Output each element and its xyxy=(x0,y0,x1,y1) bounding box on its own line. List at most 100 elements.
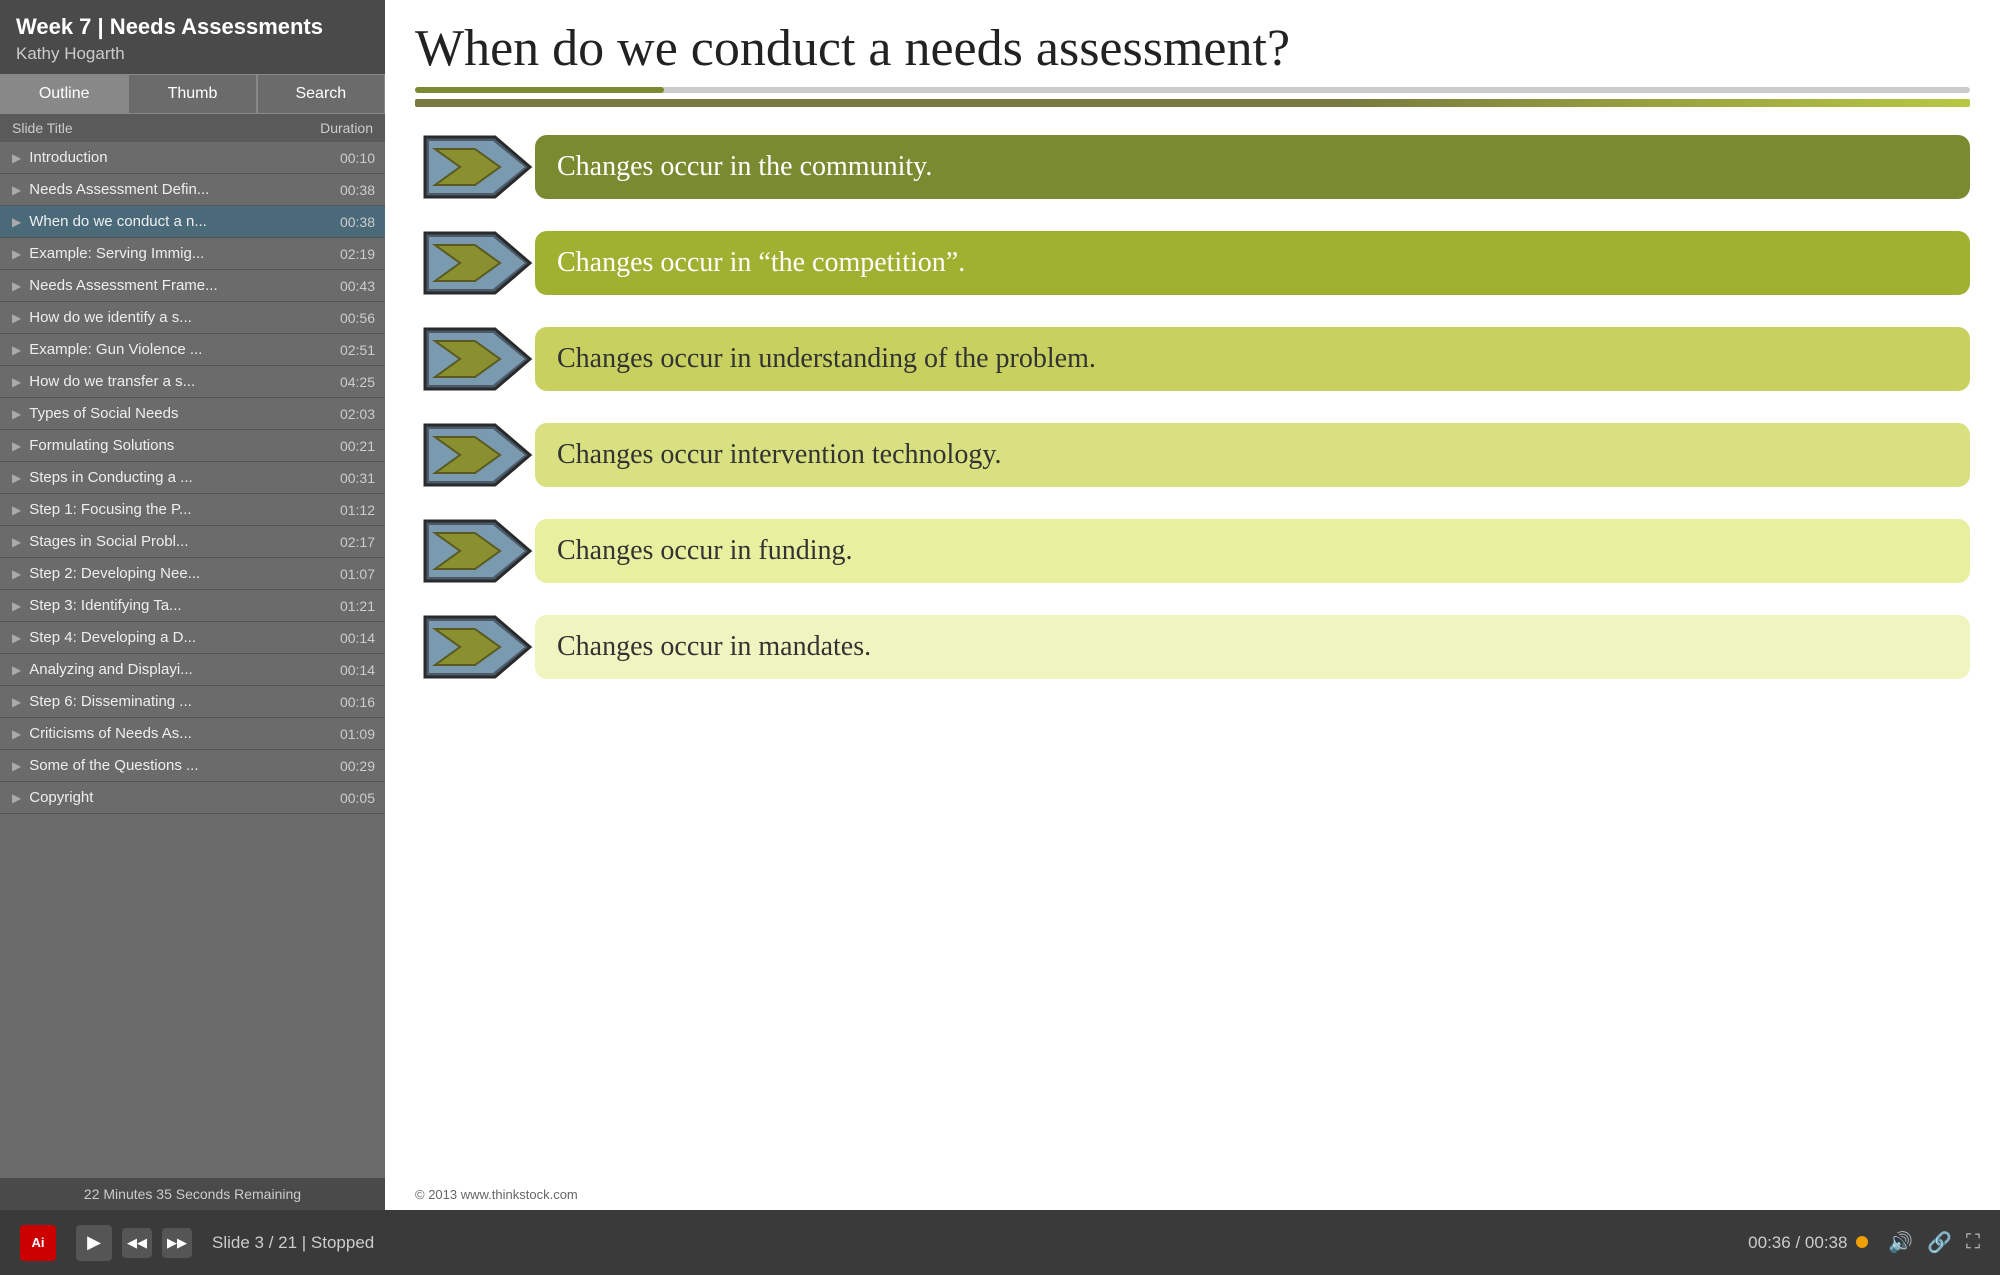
sidebar-item-title: Some of the Questions ... xyxy=(29,757,325,774)
sidebar-item-title: Step 1: Focusing the P... xyxy=(29,501,325,518)
sidebar-item-duration: 00:29 xyxy=(325,758,375,774)
sidebar-item-title: Step 6: Disseminating ... xyxy=(29,693,325,710)
sidebar-item-duration: 01:12 xyxy=(325,502,375,518)
sidebar-item[interactable]: ▶ Criticisms of Needs As... 01:09 xyxy=(0,718,385,750)
arrow-item: Changes occur in the community. xyxy=(415,127,1970,207)
sidebar-item-duration: 00:21 xyxy=(325,438,375,454)
arrow-icon xyxy=(415,319,535,399)
arrow-icon xyxy=(415,607,535,687)
sidebar-item-duration: 00:38 xyxy=(325,214,375,230)
sidebar-item[interactable]: ▶ Formulating Solutions 00:21 xyxy=(0,430,385,462)
player-time-separator: / xyxy=(1795,1233,1804,1252)
sidebar-item-duration: 00:10 xyxy=(325,150,375,166)
tab-search[interactable]: Search xyxy=(257,74,385,114)
sidebar-item[interactable]: ▶ Needs Assessment Frame... 00:43 xyxy=(0,270,385,302)
sidebar-item[interactable]: ▶ Step 3: Identifying Ta... 01:21 xyxy=(0,590,385,622)
sidebar-item-duration: 02:51 xyxy=(325,342,375,358)
sidebar-item-arrow: ▶ xyxy=(12,759,21,773)
arrow-icon xyxy=(415,415,535,495)
sidebar-subtitle: Kathy Hogarth xyxy=(16,44,369,64)
sidebar-item-arrow: ▶ xyxy=(12,791,21,805)
main-area: Week 7 | Needs Assessments Kathy Hogarth… xyxy=(0,0,2000,1210)
adobe-icon: Ai xyxy=(20,1225,56,1261)
sidebar-item-title: Copyright xyxy=(29,789,325,806)
sidebar-item[interactable]: ▶ Introduction 00:10 xyxy=(0,142,385,174)
sidebar-item-title: Types of Social Needs xyxy=(29,405,325,422)
sidebar-item-duration: 00:43 xyxy=(325,278,375,294)
sidebar-footer: 22 Minutes 35 Seconds Remaining xyxy=(0,1178,385,1210)
sidebar-item-arrow: ▶ xyxy=(12,151,21,165)
volume-icon[interactable]: 🔊 xyxy=(1888,1230,1913,1255)
content-area: When do we conduct a needs assessment? C… xyxy=(385,0,2000,1210)
sidebar-item[interactable]: ▶ Step 1: Focusing the P... 01:12 xyxy=(0,494,385,526)
sidebar-item-arrow: ▶ xyxy=(12,663,21,677)
tab-outline[interactable]: Outline xyxy=(0,74,128,114)
sidebar-item-arrow: ▶ xyxy=(12,407,21,421)
sidebar-item-arrow: ▶ xyxy=(12,631,21,645)
sidebar-item-duration: 00:14 xyxy=(325,662,375,678)
sidebar-item-title: Step 2: Developing Nee... xyxy=(29,565,325,582)
content-body: Changes occur in the community. Changes … xyxy=(385,117,2000,1179)
sidebar-item-arrow: ▶ xyxy=(12,727,21,741)
sidebar-item-title: Step 3: Identifying Ta... xyxy=(29,597,325,614)
sidebar-item-arrow: ▶ xyxy=(12,247,21,261)
sidebar-item[interactable]: ▶ Analyzing and Displayi... 00:14 xyxy=(0,654,385,686)
sidebar-item-duration: 02:17 xyxy=(325,534,375,550)
player-time-total: 00:38 xyxy=(1805,1233,1848,1252)
sidebar-item[interactable]: ▶ Copyright 00:05 xyxy=(0,782,385,814)
sidebar-item-title: Needs Assessment Frame... xyxy=(29,277,325,294)
sidebar-item[interactable]: ▶ Steps in Conducting a ... 00:31 xyxy=(0,462,385,494)
sidebar-item-duration: 00:38 xyxy=(325,182,375,198)
sidebar-item-duration: 01:09 xyxy=(325,726,375,742)
sidebar-item[interactable]: ▶ How do we identify a s... 00:56 xyxy=(0,302,385,334)
sidebar-item[interactable]: ▶ Stages in Social Probl... 02:17 xyxy=(0,526,385,558)
player-time-current: 00:36 xyxy=(1748,1233,1791,1252)
arrow-icon xyxy=(415,223,535,303)
sidebar-item-title: How do we identify a s... xyxy=(29,309,325,326)
arrow-item: Changes occur in understanding of the pr… xyxy=(415,319,1970,399)
sidebar-tabs: Outline Thumb Search xyxy=(0,74,385,114)
arrow-text-box: Changes occur in the community. xyxy=(535,135,1970,199)
sidebar-item[interactable]: ▶ Example: Serving Immig... 02:19 xyxy=(0,238,385,270)
sidebar-item[interactable]: ▶ Step 2: Developing Nee... 01:07 xyxy=(0,558,385,590)
sidebar-item-duration: 00:05 xyxy=(325,790,375,806)
arrow-item: Changes occur intervention technology. xyxy=(415,415,1970,495)
sidebar-item-title: Example: Serving Immig... xyxy=(29,245,325,262)
sidebar-item-title: Formulating Solutions xyxy=(29,437,325,454)
sidebar-item[interactable]: ▶ How do we transfer a s... 04:25 xyxy=(0,366,385,398)
col-slide-title: Slide Title xyxy=(12,120,73,136)
play-button[interactable]: ▶ xyxy=(76,1225,112,1261)
sidebar-item-arrow: ▶ xyxy=(12,343,21,357)
app-container: Week 7 | Needs Assessments Kathy Hogarth… xyxy=(0,0,2000,1275)
arrow-icon xyxy=(415,511,535,591)
sidebar-item-arrow: ▶ xyxy=(12,215,21,229)
rewind-button[interactable]: ◀◀ xyxy=(122,1228,152,1258)
sidebar-item[interactable]: ▶ Needs Assessment Defin... 00:38 xyxy=(0,174,385,206)
arrow-text-box: Changes occur in understanding of the pr… xyxy=(535,327,1970,391)
sidebar-item-duration: 01:07 xyxy=(325,566,375,582)
sidebar-item[interactable]: ▶ Some of the Questions ... 00:29 xyxy=(0,750,385,782)
player-icons: 🔊 🔗 ⛶ xyxy=(1888,1230,1980,1255)
sidebar-item[interactable]: ▶ When do we conduct a n... 00:38 xyxy=(0,206,385,238)
sidebar-title: Week 7 | Needs Assessments xyxy=(16,14,369,40)
expand-icon[interactable]: ⛶ xyxy=(1966,1231,1980,1254)
arrow-icon xyxy=(415,127,535,207)
sidebar-item[interactable]: ▶ Step 6: Disseminating ... 00:16 xyxy=(0,686,385,718)
sidebar-item-arrow: ▶ xyxy=(12,695,21,709)
forward-button[interactable]: ▶▶ xyxy=(162,1228,192,1258)
sidebar-item[interactable]: ▶ Example: Gun Violence ... 02:51 xyxy=(0,334,385,366)
link-icon[interactable]: 🔗 xyxy=(1927,1230,1952,1255)
sidebar-item[interactable]: ▶ Types of Social Needs 02:03 xyxy=(0,398,385,430)
sidebar-table-header: Slide Title Duration xyxy=(0,114,385,142)
content-footer: © 2013 www.thinkstock.com xyxy=(385,1179,2000,1210)
tab-thumb[interactable]: Thumb xyxy=(128,74,256,114)
sidebar-item-title: Stages in Social Probl... xyxy=(29,533,325,550)
sidebar-item-title: How do we transfer a s... xyxy=(29,373,325,390)
sidebar-item-duration: 00:16 xyxy=(325,694,375,710)
sidebar-item-arrow: ▶ xyxy=(12,183,21,197)
sidebar-item-arrow: ▶ xyxy=(12,439,21,453)
arrow-item: Changes occur in mandates. xyxy=(415,607,1970,687)
sidebar-item[interactable]: ▶ Step 4: Developing a D... 00:14 xyxy=(0,622,385,654)
sidebar-item-arrow: ▶ xyxy=(12,375,21,389)
sidebar-item-title: When do we conduct a n... xyxy=(29,213,325,230)
